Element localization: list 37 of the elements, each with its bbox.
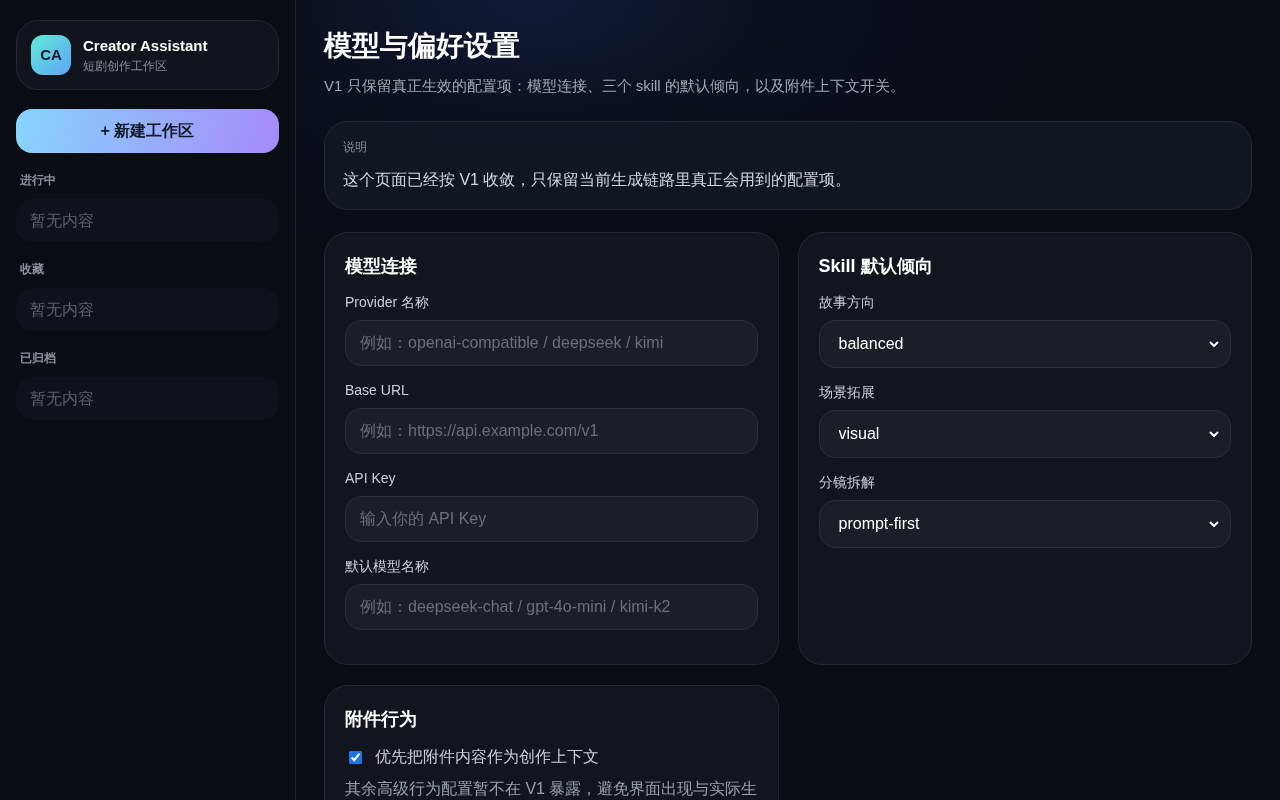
field-label: 场景拓展 <box>818 383 876 402</box>
select-field[interactable]: visual <box>818 410 1231 458</box>
chevron-down-icon <box>1209 341 1219 347</box>
card-text: 其余高级行为配置暂不在 V1 暴露，避免界面出现与实际生 <box>345 780 758 797</box>
note-label: 说明 <box>343 139 368 155</box>
page-subtitle: V1 只保留真正生效的配置项：模型连接、三个 skill 的默认倾向，以及附件上下文开关。 <box>324 76 906 96</box>
select-field[interactable]: prompt-first <box>818 500 1231 548</box>
checkbox-label: 优先把附件内容作为创作上下文 <box>375 747 599 767</box>
empty-text: 暂无内容 <box>30 210 94 231</box>
field-label: 分镜拆解 <box>818 473 876 492</box>
section-label: 已归档 <box>19 350 57 366</box>
page-title: 模型与偏好设置 <box>324 29 521 63</box>
field-label: Base URL <box>345 381 410 400</box>
field-label: 默认模型名称 <box>345 557 430 576</box>
field-label: 故事方向 <box>818 293 876 312</box>
app-subtitle: 短剧创作工作区 <box>83 58 168 74</box>
app-name: Creator Assistant <box>83 36 208 56</box>
chevron-down-icon <box>1209 431 1219 437</box>
input-field[interactable]: 例如：openai-compatible / deepseek / kimi <box>345 320 758 366</box>
card-title: Skill 默认倾向 <box>818 255 934 278</box>
section-label: 收藏 <box>19 261 45 277</box>
card-title: 模型连接 <box>345 255 418 278</box>
input-field[interactable]: 输入你的 API Key <box>345 496 758 542</box>
field-label: Provider 名称 <box>345 293 431 312</box>
app-logo: CA <box>31 35 71 75</box>
section-label: 进行中 <box>19 172 57 188</box>
card-title: 附件行为 <box>345 708 418 731</box>
new-workspace-button[interactable]: + 新建工作区 <box>16 109 279 153</box>
chevron-down-icon <box>1209 521 1219 527</box>
empty-text: 暂无内容 <box>30 299 94 320</box>
input-field[interactable]: 例如：deepseek-chat / gpt-4o-mini / kimi-k2 <box>345 584 758 630</box>
input-field[interactable]: 例如：https://api.example.com/v1 <box>345 408 758 454</box>
field-label: API Key <box>345 469 397 488</box>
checkbox[interactable] <box>349 750 362 764</box>
note-text: 这个页面已经按 V1 收敛，只保留当前生成链路里真正会用到的配置项。 <box>343 170 853 190</box>
empty-text: 暂无内容 <box>30 388 94 409</box>
select-field[interactable]: balanced <box>818 320 1231 368</box>
